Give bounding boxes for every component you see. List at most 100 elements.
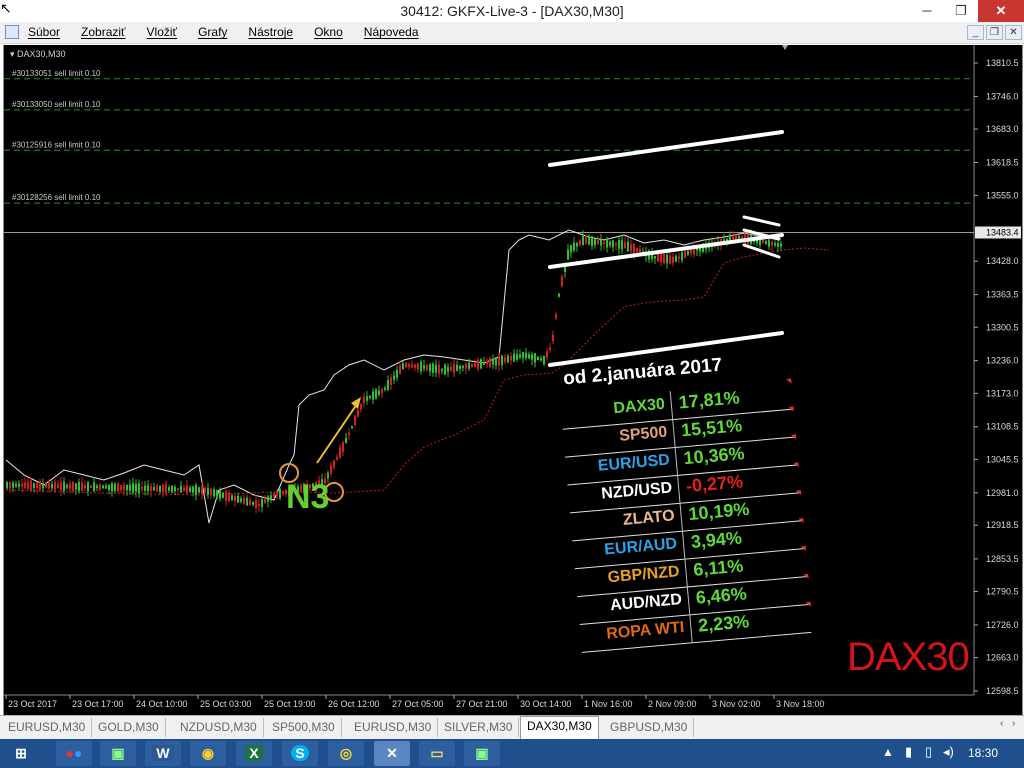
windows-start-icon[interactable]: ⊞ [6, 741, 36, 766]
tab-5[interactable]: SILVER,M30 [438, 718, 520, 737]
battery-icon[interactable]: ▯ [925, 744, 932, 760]
file-explorer-icon[interactable]: ▭ [419, 741, 455, 766]
candle-body [183, 487, 185, 492]
candle-body [243, 497, 245, 504]
candle-body [231, 495, 233, 501]
price-axis-label: 13683.0 [986, 124, 1019, 134]
candle-body [573, 242, 575, 251]
volume-icon[interactable]: ◂) [943, 744, 954, 760]
app-other-icon[interactable]: ▣ [464, 741, 500, 766]
candle-body [408, 363, 410, 368]
price-chart[interactable]: 13810.5 13746.0 13683.0 13618.5 13555.0 13428… [4, 45, 1022, 715]
skype-icon[interactable]: S [282, 741, 318, 766]
tab-7[interactable]: GBPUSD,M30 [604, 718, 695, 737]
flag-marker [798, 518, 804, 524]
tab-6[interactable]: DAX30,M30 [520, 716, 599, 739]
candle-body [735, 234, 737, 240]
price-axis-label: 13428.0 [986, 256, 1019, 266]
time-axis-label: 23 Oct 2017 [8, 699, 57, 709]
document-icon[interactable] [5, 25, 19, 39]
candle-body [45, 483, 47, 488]
candle-body [549, 347, 551, 350]
price-axis-label: 12790.5 [986, 587, 1019, 597]
tab-2[interactable]: NZDUSD,M30 [174, 718, 264, 737]
tabs-scroll-left-icon[interactable]: ‹ [1000, 718, 1003, 729]
candle-body [690, 249, 692, 254]
price-axis-label: 12726.0 [986, 620, 1019, 630]
menu-item-3[interactable]: Grafy [198, 25, 227, 39]
price-axis-label: 13300.5 [986, 322, 1019, 332]
menu-item-5[interactable]: Okno [314, 25, 343, 39]
word-icon[interactable]: W [145, 741, 181, 766]
candle-body [552, 334, 554, 342]
candle-body [429, 364, 431, 372]
close-button[interactable]: ✕ [978, 0, 1024, 22]
menu-item-2[interactable]: Vložiť [147, 25, 178, 39]
mdi-close-button[interactable]: ✕ [1005, 25, 1022, 40]
candle-body [147, 485, 149, 492]
candle-body [99, 484, 101, 490]
tray-up-icon[interactable]: ▲ [882, 745, 894, 759]
title-bar: ↖ 30412: GKFX-Live-3 - [DAX30,M30] ─ ❐ ✕ [0, 0, 1024, 22]
tab-0[interactable]: EURUSD,M30 [2, 718, 93, 737]
price-axis-label: 13363.5 [986, 290, 1019, 300]
candle-body [333, 460, 335, 468]
candle-body [249, 499, 251, 506]
metatrader-icon[interactable]: ✕ [374, 741, 410, 766]
tab-1[interactable]: GOLD,M30 [92, 718, 166, 737]
row-divider [689, 614, 693, 643]
candle-body [141, 486, 143, 490]
candle-body [282, 491, 284, 495]
candle-body [528, 354, 530, 359]
taskbar-clock[interactable]: 18:30 [968, 746, 998, 760]
candle-body [204, 487, 206, 493]
maximize-button[interactable]: ❐ [944, 0, 978, 22]
price-axis-label: 13045.5 [986, 454, 1019, 464]
candle-body [513, 353, 515, 362]
candle-body [486, 361, 488, 365]
tab-3[interactable]: SP500,M30 [266, 718, 342, 737]
price-axis-label: 13173.0 [986, 388, 1019, 398]
row-divider [684, 558, 688, 587]
mdi-restore-button[interactable]: ❐ [986, 25, 1003, 40]
candle-body [612, 240, 614, 248]
app-generic-icon[interactable]: ▣ [100, 741, 136, 766]
candle-body [495, 357, 497, 366]
candle-body [129, 484, 131, 491]
menu-item-1[interactable]: Zobraziť [81, 25, 126, 39]
candle-body [159, 485, 161, 492]
network-icon[interactable]: ▮ [905, 744, 912, 760]
candle-body [450, 366, 452, 371]
chart-window[interactable]: 13810.5 13746.0 13683.0 13618.5 13555.0 13428… [3, 45, 1023, 715]
candle-body [216, 490, 218, 497]
menu-item-4[interactable]: Nástroje [248, 25, 293, 39]
app-mixed-icon[interactable]: ●● [56, 741, 92, 766]
candle-body [465, 364, 467, 369]
minimize-button[interactable]: ─ [910, 0, 944, 22]
menu-item-0[interactable]: Súbor [28, 25, 60, 39]
candle-body [678, 256, 680, 259]
candle-body [186, 485, 188, 494]
tabs-scroll-right-icon[interactable]: › [1012, 718, 1015, 729]
candle-body [339, 447, 341, 458]
app-globe-icon[interactable]: ◉ [190, 741, 226, 766]
channel-line-short [742, 243, 781, 259]
candle-body [354, 415, 356, 426]
mdi-minimize-button[interactable]: _ [967, 25, 984, 40]
candle-body [483, 362, 485, 365]
excel-icon[interactable]: X [236, 741, 272, 766]
instrument-return: 15,51% [680, 415, 743, 441]
candle-body [252, 501, 254, 505]
candle-body [402, 363, 404, 370]
instrument-return: 6,46% [694, 583, 748, 608]
tab-4[interactable]: EURUSD,M30 [348, 718, 439, 737]
candle-body [195, 484, 197, 495]
row-divider [679, 502, 683, 531]
candle-body [477, 359, 479, 370]
chrome-icon[interactable]: ◎ [328, 741, 364, 766]
row-divider [681, 530, 686, 559]
flag-marker [786, 378, 792, 385]
candle-body [423, 365, 425, 369]
instrument-name: DAX30 [612, 395, 666, 418]
menu-item-6[interactable]: Nápoveda [364, 25, 419, 39]
